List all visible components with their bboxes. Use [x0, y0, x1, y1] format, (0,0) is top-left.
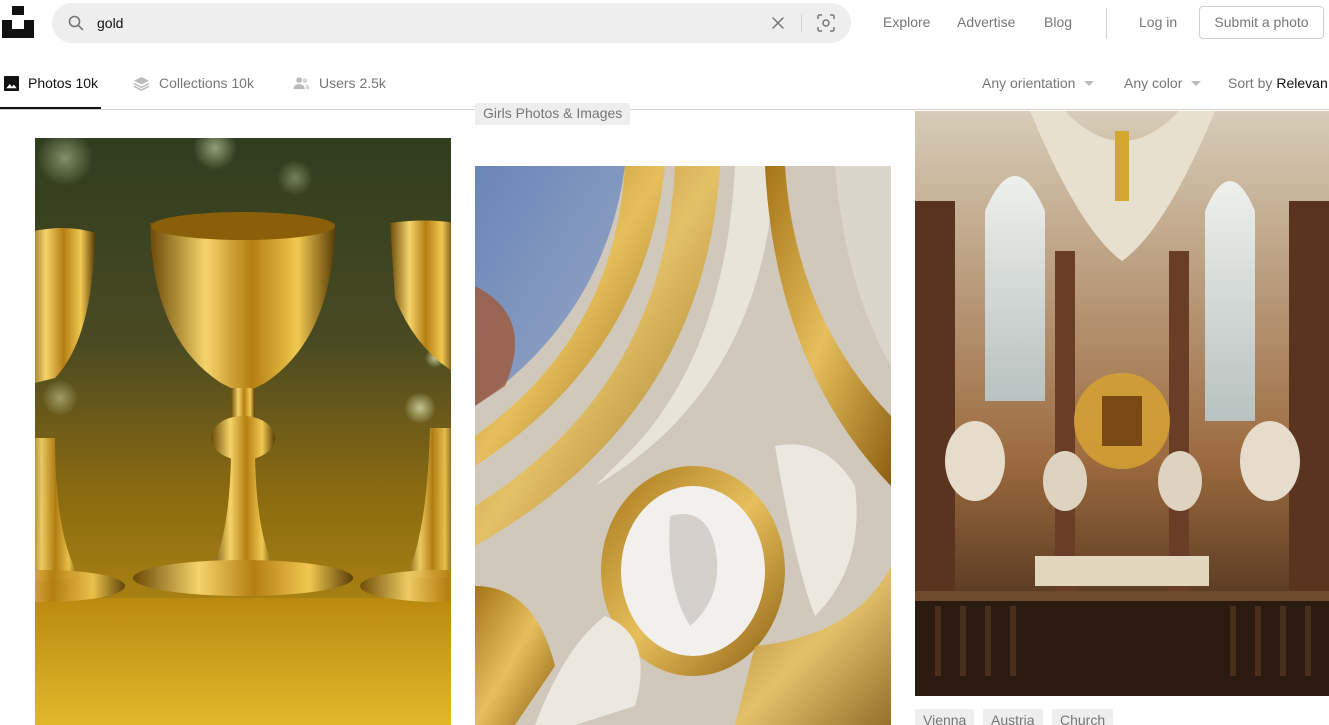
color-filter[interactable]: Any color	[1124, 73, 1202, 93]
top-header: Explore Advertise Blog Log in Submit a p…	[0, 0, 1329, 46]
chevron-down-icon	[1084, 80, 1095, 86]
search-input[interactable]	[97, 11, 757, 35]
login-link[interactable]: Log in	[1139, 14, 1177, 30]
tag-church[interactable]: Church	[1052, 709, 1114, 725]
color-filter-label: Any color	[1124, 75, 1183, 91]
search-tabs-bar: Photos 10k Collections 10k Users 2.5k An…	[0, 55, 1329, 110]
active-tab-indicator	[0, 107, 101, 109]
orientation-filter[interactable]: Any orientation	[982, 73, 1095, 93]
tab-photos[interactable]: Photos 10k	[4, 73, 98, 93]
tag-vienna[interactable]: Vienna	[915, 709, 975, 725]
visual-search-icon[interactable]	[817, 14, 835, 32]
tab-photos-label: Photos 10k	[28, 75, 99, 91]
collections-icon	[133, 76, 150, 91]
nav-divider	[1106, 8, 1107, 39]
sort-value-label: Relevan	[1276, 75, 1328, 91]
users-icon	[293, 77, 310, 90]
nav-explore-link[interactable]: Explore	[883, 14, 930, 30]
nav-blog-link[interactable]: Blog	[1044, 14, 1072, 30]
orientation-filter-label: Any orientation	[982, 75, 1076, 91]
image-icon	[4, 75, 19, 91]
unsplash-logo-icon[interactable]	[2, 6, 34, 38]
search-divider	[801, 15, 802, 32]
clear-search-icon[interactable]	[771, 16, 785, 30]
search-icon	[68, 15, 84, 31]
tag-girls-photos[interactable]: Girls Photos & Images	[475, 103, 631, 125]
sort-filter[interactable]: Sort by Relevan	[1228, 73, 1328, 93]
submit-photo-button[interactable]: Submit a photo	[1199, 6, 1324, 39]
tab-users-label: Users 2.5k	[319, 75, 386, 91]
search-bar[interactable]	[52, 3, 851, 43]
photo-golden-chalices[interactable]	[35, 138, 451, 725]
sort-prefix-label: Sort by	[1228, 75, 1273, 91]
photo-church-altar[interactable]	[915, 111, 1329, 696]
photo-ornate-ceiling[interactable]	[475, 166, 891, 725]
tab-users[interactable]: Users 2.5k	[293, 73, 386, 93]
tab-collections-label: Collections 10k	[159, 75, 254, 91]
tab-collections[interactable]: Collections 10k	[133, 73, 254, 93]
chevron-down-icon	[1191, 80, 1202, 86]
tag-austria[interactable]: Austria	[983, 709, 1043, 725]
nav-advertise-link[interactable]: Advertise	[957, 14, 1015, 30]
